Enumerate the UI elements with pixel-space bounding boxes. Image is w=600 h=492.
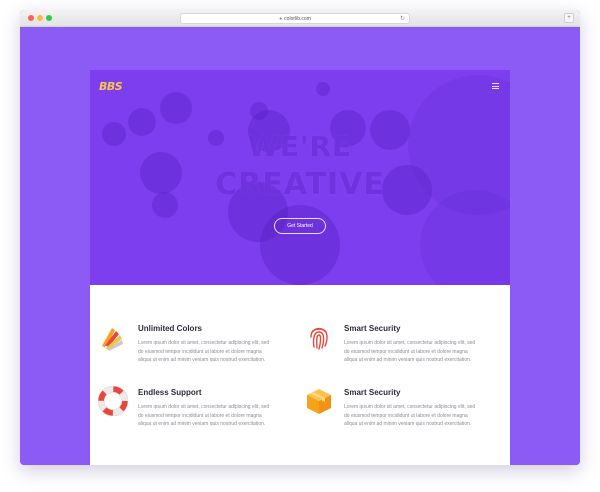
feature-smart-security-2: Smart Security Lorem ipsum dolor sit ame… <box>304 386 504 446</box>
feature-description: Lorem ipsum dolor sit amet, consectetur … <box>344 404 476 428</box>
address-bar[interactable]: ● colorlib.com ↻ <box>180 13 410 24</box>
feature-title: Smart Security <box>344 324 401 333</box>
feature-title: Endless Support <box>138 388 202 397</box>
feature-title: Unlimited Colors <box>138 324 203 333</box>
browser-titlebar: ● colorlib.com ↻ + <box>20 10 580 27</box>
feature-endless-support: Endless Support Lorem ipsum dolor sit am… <box>98 386 298 446</box>
reload-icon[interactable]: ↻ <box>400 14 405 24</box>
zoom-window-button[interactable] <box>46 15 52 21</box>
minimize-window-button[interactable] <box>37 15 43 21</box>
hero-section: BBS WE'RE CREATIVE Get Started <box>90 70 510 285</box>
decorative-circle <box>316 82 330 96</box>
feature-title: Smart Security <box>344 388 401 397</box>
browser-viewport: BBS WE'RE CREATIVE Get Started Unlimited… <box>20 27 580 465</box>
hero-headline-line1: WE'RE <box>247 130 353 163</box>
browser-window: ● colorlib.com ↻ + BBS WE'RE CREATIVE Ge… <box>20 10 580 465</box>
hero-headline-line2: CREATIVE <box>215 167 385 202</box>
lock-icon: ● <box>279 16 283 22</box>
decorative-circle <box>420 190 510 285</box>
feature-unlimited-colors: Unlimited Colors Lorem ipsum dolor sit a… <box>98 322 298 382</box>
fingerprint-icon <box>310 327 328 350</box>
website-page: BBS WE'RE CREATIVE Get Started Unlimited… <box>90 70 510 465</box>
feature-description: Lorem ipsum dolor sit amet, consectetur … <box>138 340 270 364</box>
box-icon <box>307 389 331 414</box>
lifebuoy-icon <box>98 386 128 416</box>
close-window-button[interactable] <box>28 15 34 21</box>
get-started-button[interactable]: Get Started <box>274 218 326 234</box>
decorative-circle <box>160 92 192 124</box>
menu-icon[interactable] <box>492 83 499 89</box>
url-text: colorlib.com <box>284 16 311 22</box>
fullscreen-icon[interactable]: + <box>564 13 574 23</box>
feature-smart-security: Smart Security Lorem ipsum dolor sit ame… <box>304 322 504 382</box>
color-swatch-icon <box>102 328 123 351</box>
feature-description: Lorem ipsum dolor sit amet, consectetur … <box>138 404 270 428</box>
site-logo[interactable]: BBS <box>99 80 123 93</box>
feature-description: Lorem ipsum dolor sit amet, consectetur … <box>344 340 476 364</box>
decorative-circle <box>260 205 340 285</box>
